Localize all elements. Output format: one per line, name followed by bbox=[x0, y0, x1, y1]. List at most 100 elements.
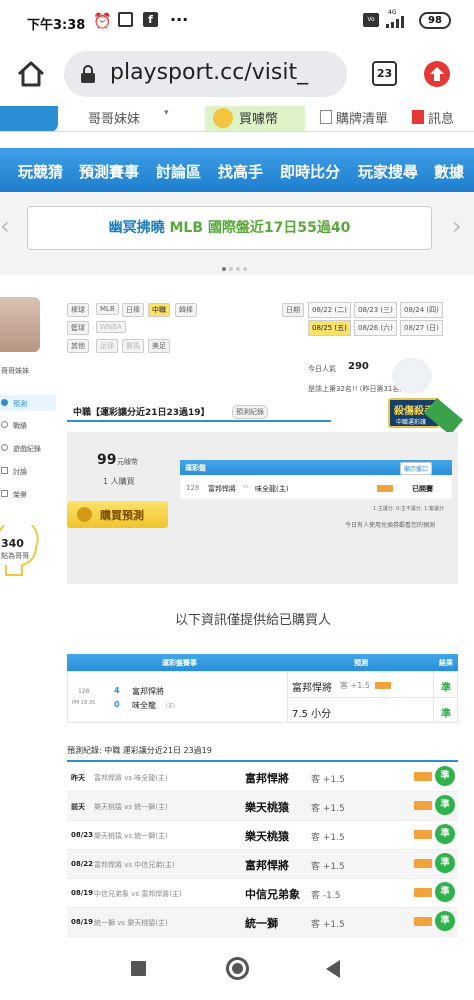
odds-badge bbox=[414, 772, 432, 781]
url-text[interactable]: playsport.cc/visit_ bbox=[110, 60, 308, 85]
date-0827[interactable]: 08/27 (日) bbox=[400, 320, 443, 336]
odds-badge bbox=[414, 917, 432, 926]
pick1-team: 富邦悍將 bbox=[292, 683, 332, 694]
date-0825[interactable]: 08/25 (五) bbox=[308, 320, 351, 336]
game-log-icon bbox=[1, 444, 8, 451]
cart-icon bbox=[320, 110, 332, 124]
result-badge: 準 bbox=[435, 911, 455, 931]
preview-home: 富邦悍將 bbox=[208, 485, 236, 493]
alarm-icon: ⏰ bbox=[93, 12, 112, 30]
vs-icon: vs bbox=[243, 484, 249, 490]
sport-npb[interactable]: 日棒 bbox=[122, 303, 144, 317]
history-row[interactable]: 08/19 統一獅 vs 樂天桃猿(主) 統一獅 客 +1.5 準 bbox=[67, 908, 458, 937]
points-value: 340 bbox=[1, 537, 24, 550]
banner-slide[interactable]: 幽冥拂曉 MLB 國際盤近17日55過40 bbox=[27, 206, 432, 250]
price-unit: 元噱幣 bbox=[117, 458, 138, 466]
pick1-result: 準 bbox=[441, 683, 451, 694]
top-nav-user[interactable]: 哥哥妹妹 bbox=[88, 108, 140, 127]
battery-icon: 98 bbox=[419, 12, 451, 29]
nav-data[interactable]: 數據 bbox=[434, 161, 464, 182]
sidebar-item-discuss[interactable]: 討論 bbox=[0, 464, 56, 478]
signal-icon bbox=[386, 16, 408, 28]
sidebar-item-game-log[interactable]: 遊戲紀錄 bbox=[0, 441, 56, 455]
nav-experts[interactable]: 找高手 bbox=[218, 161, 263, 182]
carousel-next-icon[interactable]: › bbox=[452, 212, 462, 240]
nav-play[interactable]: 玩競猜 bbox=[18, 161, 63, 182]
volte-icon: Vo bbox=[363, 13, 379, 27]
sport-nfl[interactable]: 美足 bbox=[148, 339, 170, 353]
back-icon[interactable] bbox=[324, 959, 342, 979]
history-row[interactable]: 前天 樂天桃猿 vs 統一獅(主) 樂天桃猿 客 +1.5 準 bbox=[67, 792, 458, 821]
recents-icon[interactable] bbox=[131, 961, 146, 976]
team2-score: 0 bbox=[114, 700, 120, 709]
sport-kbo[interactable]: 韓棒 bbox=[175, 303, 197, 317]
sport-wnba[interactable]: WNBA bbox=[96, 321, 126, 333]
top-nav-cart[interactable]: 購牌清單 bbox=[336, 108, 388, 127]
result-badge: 準 bbox=[435, 766, 455, 786]
date-0823[interactable]: 08/23 (三) bbox=[354, 302, 397, 318]
sidebar-item-predict[interactable]: 預測 bbox=[0, 395, 56, 411]
sport-horse[interactable]: 賽馬 bbox=[122, 339, 144, 353]
sport-mlb[interactable]: MLB bbox=[96, 303, 119, 315]
sidebar-item-record[interactable]: 戰績 bbox=[0, 418, 56, 432]
game-time: PM 18:35 bbox=[72, 700, 96, 706]
buyers-only-text: 以下資訊僅提供給已購買人 bbox=[175, 613, 332, 628]
date-0826[interactable]: 08/26 (六) bbox=[354, 320, 397, 336]
history-divider bbox=[67, 760, 458, 762]
top-nav-messages[interactable]: 訊息 bbox=[428, 108, 454, 127]
divider bbox=[287, 697, 457, 698]
banner-name: 幽冥拂曉 bbox=[108, 220, 165, 236]
site-logo[interactable] bbox=[0, 106, 58, 131]
coin-icon bbox=[213, 108, 233, 128]
game-number: 128 bbox=[78, 688, 90, 695]
history-row[interactable]: 08/23 樂天桃猿 vs 統一獅(主) 樂天桃猿 客 +1.5 準 bbox=[67, 821, 458, 850]
odds-badge bbox=[414, 888, 432, 897]
avatar[interactable] bbox=[0, 297, 40, 352]
site-top-nav: 哥哥妹妹 ▾ 買噱幣 購牌清單 訊息 bbox=[0, 106, 474, 132]
show-odds-button[interactable]: 顯示盤口 bbox=[400, 462, 433, 475]
news-icon bbox=[118, 12, 133, 27]
result-badge: 準 bbox=[435, 882, 455, 902]
date-0822[interactable]: 08/22 (二) bbox=[308, 302, 351, 318]
update-icon[interactable] bbox=[424, 61, 450, 87]
date-0824[interactable]: 08/24 (四) bbox=[400, 302, 443, 318]
col-result: 結果 bbox=[439, 659, 453, 667]
history-row[interactable]: 昨天 富邦悍將 vs 味全龍(主) 富邦悍將 客 +1.5 準 bbox=[67, 763, 458, 792]
points-caption: 點為哥哥 bbox=[1, 552, 29, 560]
carousel-dots bbox=[222, 256, 252, 271]
carousel-prev-icon[interactable]: ‹ bbox=[0, 212, 10, 240]
preview-row: 128 富邦悍將 vs 味全龍(主) 已開賽 bbox=[180, 475, 452, 499]
pick1-odds: 客 +1.5 bbox=[340, 681, 370, 690]
home-button-icon[interactable] bbox=[226, 957, 249, 980]
tab-switcher-button[interactable]: 23 bbox=[372, 61, 397, 86]
banner-highlight: MLB 國際盤近17日55過40 bbox=[169, 220, 351, 236]
sport-soccer[interactable]: 足球 bbox=[96, 339, 118, 353]
nav-player-search[interactable]: 玩家搜尋 bbox=[358, 161, 418, 182]
nav-forum[interactable]: 討論區 bbox=[156, 161, 201, 182]
result-table-header: 運彩盤賽事 預測 結果 bbox=[67, 654, 458, 671]
pick2-result: 準 bbox=[441, 709, 451, 720]
result-badge: 準 bbox=[435, 824, 455, 844]
odds-badge bbox=[414, 830, 432, 839]
mascot-icon bbox=[392, 358, 432, 394]
sport-label-baseball: 棒球 bbox=[67, 303, 89, 317]
sidebar-item-honor[interactable]: 榮譽 bbox=[0, 487, 56, 501]
nav-predict[interactable]: 預測賽事 bbox=[79, 161, 139, 182]
game-status: 已開賽 bbox=[412, 485, 433, 493]
facebook-icon: f bbox=[143, 12, 158, 27]
record-button[interactable]: 預測紀錄 bbox=[232, 405, 268, 419]
popularity-label: 今日人氣 bbox=[308, 365, 336, 373]
sport-cpbl[interactable]: 中職 bbox=[148, 303, 170, 317]
sport-label-basketball: 籃球 bbox=[67, 321, 89, 335]
home-icon[interactable] bbox=[14, 58, 48, 90]
buy-coin-tab[interactable]: 買噱幣 bbox=[205, 106, 305, 131]
history-row[interactable]: 08/22 富邦悍將 vs 中信兄弟(主) 富邦悍將 客 +1.5 準 bbox=[67, 850, 458, 879]
team2-name: 味全龍 bbox=[132, 701, 156, 710]
discuss-icon bbox=[1, 467, 8, 474]
more-notifications-icon: ··· bbox=[170, 10, 189, 29]
team2-home-tag: (主) bbox=[166, 703, 175, 709]
nav-live-score[interactable]: 即時比分 bbox=[280, 161, 340, 182]
buy-prediction-button[interactable]: 購買預測 bbox=[67, 501, 168, 528]
history-row[interactable]: 08/19 中信兄弟象 vs 富邦悍將(主) 中信兄弟象 客 -1.5 準 bbox=[67, 879, 458, 908]
odds-badge bbox=[377, 485, 393, 492]
